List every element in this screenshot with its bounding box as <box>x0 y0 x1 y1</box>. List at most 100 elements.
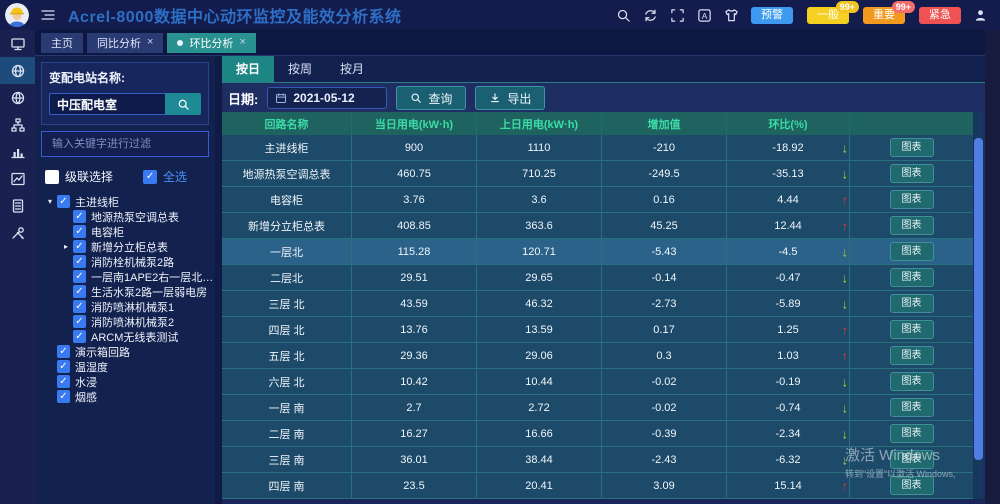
tree-checkbox[interactable]: ✓ <box>73 300 86 313</box>
tree-checkbox[interactable]: ✓ <box>73 315 86 328</box>
tree-item[interactable]: ✓烟感 <box>35 389 215 404</box>
tree-checkbox[interactable]: ✓ <box>73 240 86 253</box>
chart-button[interactable]: 图表 <box>890 294 934 313</box>
rail-item-line-chart[interactable] <box>0 165 35 192</box>
chart-button[interactable]: 图表 <box>890 164 934 183</box>
tree-item[interactable]: ▸✓新增分立柜总表 <box>35 239 215 254</box>
tree-checkbox[interactable]: ✓ <box>73 330 86 343</box>
tree-item[interactable]: ✓电容柜 <box>35 224 215 239</box>
tree-checkbox[interactable]: ✓ <box>57 375 70 388</box>
chart-button[interactable]: 图表 <box>890 424 934 443</box>
table-row[interactable]: 五层 北29.3629.060.31.03↑图表 <box>222 343 973 369</box>
chart-button[interactable]: 图表 <box>890 138 934 157</box>
delta-cell: 0.3 <box>602 343 727 368</box>
rail-item-tools[interactable] <box>0 219 35 246</box>
chart-button[interactable]: 图表 <box>890 190 934 209</box>
user-icon[interactable] <box>973 8 988 23</box>
tree-checkbox[interactable]: ✓ <box>57 345 70 358</box>
chart-button[interactable]: 图表 <box>890 372 934 391</box>
tree-item[interactable]: ✓消防喷淋机械泵2 <box>35 314 215 329</box>
tab-home[interactable]: 主页 <box>41 33 83 53</box>
table-row[interactable]: 六层 北10.4210.44-0.02-0.19↓图表 <box>222 369 973 395</box>
table-scrollbar[interactable] <box>974 112 983 499</box>
chart-button[interactable]: 图表 <box>890 216 934 235</box>
chart-button[interactable]: 图表 <box>890 320 934 339</box>
expander-icon[interactable]: ▾ <box>45 197 55 206</box>
chart-button[interactable]: 图表 <box>890 242 934 261</box>
station-name-input[interactable] <box>49 93 165 115</box>
fullscreen-icon[interactable] <box>670 8 685 23</box>
chart-button[interactable]: 图表 <box>890 476 934 495</box>
query-button[interactable]: 查询 <box>396 86 466 110</box>
rail-item-monitor[interactable] <box>0 30 35 57</box>
tree-checkbox[interactable]: ✓ <box>73 270 86 283</box>
search-icon[interactable] <box>616 8 631 23</box>
table-row[interactable]: 新增分立柜总表408.85363.645.2512.44↑图表 <box>222 213 973 239</box>
tree-item[interactable]: ✓消防栓机械泵2路 <box>35 254 215 269</box>
table-row[interactable]: 二层 南16.2716.66-0.39-2.34↓图表 <box>222 421 973 447</box>
table-row[interactable]: 主进线柜9001110-210-18.92↓图表 <box>222 135 973 161</box>
theme-shirt-icon[interactable] <box>724 8 739 23</box>
tree-item[interactable]: ✓演示箱回路 <box>35 344 215 359</box>
date-picker[interactable]: 2021-05-12 <box>267 87 387 109</box>
export-button[interactable]: 导出 <box>475 86 545 110</box>
forewarn-alarm-button[interactable]: 预警 <box>751 7 793 24</box>
rail-item-energy-globe[interactable] <box>0 57 35 84</box>
tree-item[interactable]: ✓温湿度 <box>35 359 215 374</box>
tree-checkbox[interactable]: ✓ <box>73 210 86 223</box>
table-row[interactable]: 电容柜3.763.60.164.44↑图表 <box>222 187 973 213</box>
rail-item-globe[interactable] <box>0 84 35 111</box>
tree-checkbox[interactable]: ✓ <box>57 390 70 403</box>
chart-button[interactable]: 图表 <box>890 268 934 287</box>
tab-mom-analysis[interactable]: 环比分析× <box>167 33 255 53</box>
chart-button[interactable]: 图表 <box>890 346 934 365</box>
tree-checkbox[interactable]: ✓ <box>73 285 86 298</box>
table-row[interactable]: 地源热泵空调总表460.75710.25-249.5-35.13↓图表 <box>222 161 973 187</box>
rail-item-report[interactable] <box>0 192 35 219</box>
menu-icon[interactable] <box>40 7 56 23</box>
urgent-alarm-button[interactable]: 紧急 <box>919 7 961 24</box>
circuit-name-cell: 一层北 <box>222 239 352 264</box>
rail-item-bar-chart[interactable] <box>0 138 35 165</box>
table-row[interactable]: 二层北29.5129.65-0.14-0.47↓图表 <box>222 265 973 291</box>
user-avatar[interactable] <box>5 3 29 27</box>
translate-icon[interactable]: A <box>697 8 712 23</box>
table-row[interactable]: 四层 南23.520.413.0915.14↑图表 <box>222 473 973 499</box>
scrollbar-thumb[interactable] <box>974 138 983 460</box>
tree-item[interactable]: ✓水浸 <box>35 374 215 389</box>
tree-item[interactable]: ▾✓主进线柜 <box>35 194 215 209</box>
tree-checkbox[interactable]: ✓ <box>73 255 86 268</box>
tree-item[interactable]: ✓一层南1APE2右一层北1APE1左 <box>35 269 215 284</box>
general-alarm-button[interactable]: 一般99+ <box>807 7 849 24</box>
rail-item-topology[interactable] <box>0 111 35 138</box>
period-tab-by-week[interactable]: 按周 <box>274 56 326 82</box>
tree-item[interactable]: ✓生活水泵2路一层弱电房 <box>35 284 215 299</box>
tree-item[interactable]: ✓地源热泵空调总表 <box>35 209 215 224</box>
close-icon[interactable]: × <box>147 37 153 48</box>
tree-checkbox[interactable]: ✓ <box>57 195 70 208</box>
tab-yoy-analysis[interactable]: 同比分析× <box>87 33 163 53</box>
refresh-icon[interactable] <box>643 8 658 23</box>
important-alarm-button[interactable]: 重要99+ <box>863 7 905 24</box>
station-search-button[interactable] <box>165 93 201 115</box>
tree-checkbox[interactable]: ✓ <box>73 225 86 238</box>
tree-checkbox[interactable]: ✓ <box>57 360 70 373</box>
close-icon[interactable]: × <box>239 37 245 48</box>
chart-button[interactable]: 图表 <box>890 398 934 417</box>
tree-item[interactable]: ✓ARCM无线表测试 <box>35 329 215 344</box>
today-usage-cell: 29.36 <box>352 343 477 368</box>
table-row[interactable]: 四层 北13.7613.590.171.25↑图表 <box>222 317 973 343</box>
table-row[interactable]: 一层 南2.72.72-0.02-0.74↓图表 <box>222 395 973 421</box>
table-row[interactable]: 三层 南36.0138.44-2.43-6.32↓图表 <box>222 447 973 473</box>
tree-item[interactable]: ✓消防喷淋机械泵1 <box>35 299 215 314</box>
chart-button[interactable]: 图表 <box>890 450 934 469</box>
sidebar: 变配电站名称: 级联选择 ✓ 全选 ▾✓主进线柜✓地源热泵空调总表✓电容柜▸✓新… <box>35 56 215 504</box>
cascade-checkbox[interactable] <box>45 170 59 184</box>
expander-icon[interactable]: ▸ <box>61 242 71 251</box>
table-row[interactable]: 三层 北43.5946.32-2.73-5.89↓图表 <box>222 291 973 317</box>
period-tab-by-month[interactable]: 按月 <box>326 56 378 82</box>
tree-filter-input[interactable] <box>50 137 200 151</box>
select-all-checkbox[interactable]: ✓ <box>143 170 157 184</box>
table-row[interactable]: 一层北115.28120.71-5.43-4.5↓图表 <box>222 239 973 265</box>
period-tab-by-day[interactable]: 按日 <box>222 56 274 82</box>
